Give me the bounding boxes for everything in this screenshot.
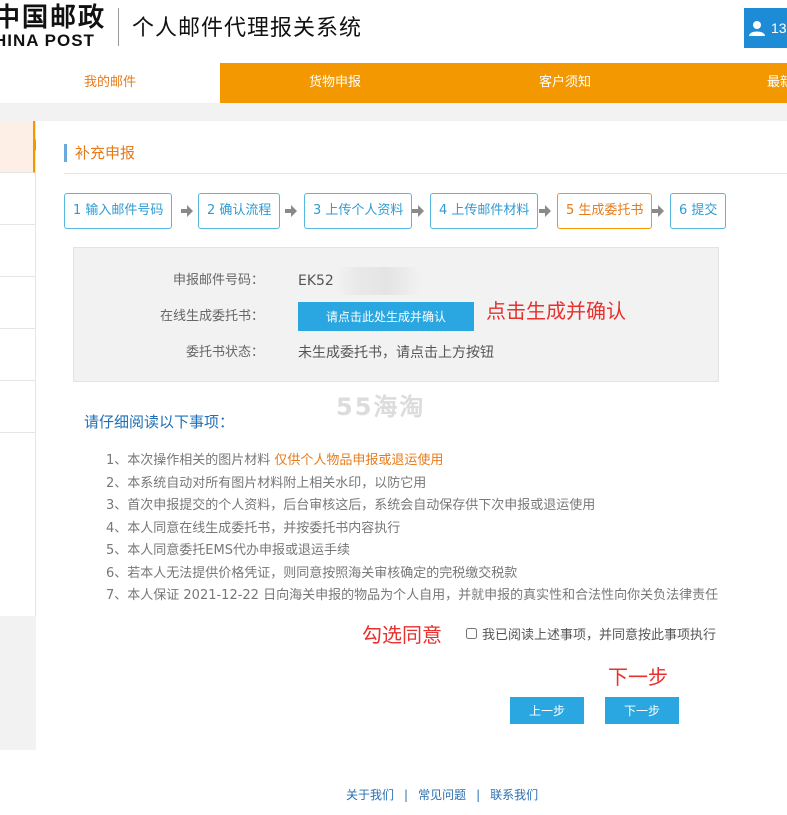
sidebar-item[interactable] bbox=[0, 277, 35, 329]
system-title: 个人邮件代理报关系统 bbox=[132, 16, 363, 41]
next-step-button[interactable]: 下一步 bbox=[605, 697, 679, 724]
notice-item: 6、若本人无法提供价格凭证，则同意按照海关审核确定的完税缴交税款 bbox=[106, 565, 518, 581]
step-1-enter-mail-number: 1 输入邮件号码 bbox=[64, 193, 173, 229]
notice-item: 7、本人保证 2021-12-22 日向海关申报的物品为个人自用，并就申报的真实… bbox=[106, 588, 719, 603]
notice-item: 2、本系统自动对所有图片材料附上相关水印，以防它用 bbox=[106, 475, 427, 491]
step-4-upload-mail-materials: 4 上传邮件材料 bbox=[430, 193, 539, 229]
section-divider bbox=[64, 173, 787, 174]
agree-terms[interactable]: 我已阅读上述事项，并同意按此事项执行 bbox=[466, 624, 717, 643]
notice-item: 3、首次申报提交的个人资料，后台审核这后，系统会自动保存供下次申报或退运使用 bbox=[106, 498, 596, 513]
sidebar-item[interactable] bbox=[0, 329, 35, 381]
nav-my-mail[interactable]: 我的邮件 bbox=[0, 63, 220, 103]
authorization-status-value: 未生成委托书，请点击上方按钮 bbox=[298, 345, 494, 361]
footer-separator: | bbox=[476, 788, 481, 802]
china-post-logo[interactable]: 中国邮政 HINA POST bbox=[0, 4, 106, 50]
online-authorization-row: 在线生成委托书： 请点击此处生成并确认 点击生成并确认 bbox=[74, 299, 720, 331]
footer-link-faq[interactable]: 常见问题 bbox=[418, 788, 466, 802]
notice-item: 5、本人同意委托EMS代办申报或退运手续 bbox=[106, 543, 350, 558]
step-5-generate-authorization: 5 生成委托书 bbox=[557, 193, 653, 229]
notice-highlight: 仅供个人物品申报或退运使用 bbox=[274, 453, 444, 468]
nav-customer-notice[interactable]: 客户须知 bbox=[450, 63, 680, 103]
user-account-button[interactable]: 13 bbox=[744, 8, 787, 48]
main-nav: 我的邮件 货物申报 客户须知 最新 bbox=[0, 63, 787, 103]
nav-latest[interactable]: 最新 bbox=[767, 63, 787, 103]
arrow-right-icon bbox=[285, 205, 297, 217]
notice-title: 请仔细阅读以下事项： bbox=[84, 413, 235, 431]
generate-authorization-button[interactable]: 请点击此处生成并确认 bbox=[298, 302, 474, 331]
section-title: 补充申报 bbox=[64, 144, 135, 162]
mail-number-label: 申报邮件号码： bbox=[172, 273, 264, 288]
step-3-upload-personal-info: 3 上传个人资料 bbox=[304, 193, 413, 229]
notice-item: 1、本次操作相关的图片材料 仅供个人物品申报或退运使用 bbox=[106, 453, 444, 468]
mail-number-value: EK52 bbox=[298, 273, 334, 289]
footer: 关于我们 | 常见问题 | 联系我们 bbox=[0, 750, 787, 815]
online-authorization-label: 在线生成委托书： bbox=[159, 309, 264, 324]
arrow-right-icon bbox=[539, 205, 551, 217]
footer-separator: | bbox=[404, 788, 409, 802]
annotation-click-generate: 点击生成并确认 bbox=[486, 299, 626, 323]
arrow-right-icon bbox=[412, 205, 424, 217]
sidebar-item[interactable] bbox=[0, 381, 35, 433]
sidebar-item[interactable] bbox=[0, 173, 35, 225]
step-6-submit: 6 提交 bbox=[670, 193, 727, 229]
annotation-next-step: 下一步 bbox=[608, 665, 668, 689]
user-icon bbox=[749, 21, 765, 36]
authorization-status-label: 委托书状态： bbox=[185, 345, 264, 360]
agree-checkbox[interactable] bbox=[466, 627, 477, 639]
main-panel: 补充申报 1 输入邮件号码 2 确认流程 3 上传个人资料 4 上传邮件材料 5… bbox=[36, 121, 787, 750]
footer-link-contact-us[interactable]: 联系我们 bbox=[490, 788, 538, 802]
nav-goods-declaration[interactable]: 货物申报 bbox=[220, 63, 450, 103]
mail-number-row: 申报邮件号码： EK52 bbox=[74, 267, 720, 295]
logo-divider bbox=[118, 8, 119, 46]
agree-label: 我已阅读上述事项，并同意按此事项执行 bbox=[482, 627, 717, 643]
arrow-right-icon bbox=[652, 205, 664, 217]
logo-chinese-text: 中国邮政 bbox=[0, 3, 107, 33]
notice-list: 1、本次操作相关的图片材料 仅供个人物品申报或退运使用 2、本系统自动对所有图片… bbox=[106, 450, 718, 608]
arrow-right-icon bbox=[181, 205, 193, 217]
declaration-info-box: 申报邮件号码： EK52 在线生成委托书： 请点击此处生成并确认 点击生成并确认… bbox=[73, 247, 719, 382]
logo-english-text: HINA POST bbox=[0, 31, 95, 50]
annotation-check-agree: 勾选同意 bbox=[362, 623, 442, 647]
footer-links: 关于我们 | 常见问题 | 联系我们 bbox=[346, 786, 538, 803]
step-2-confirm-process: 2 确认流程 bbox=[198, 193, 281, 229]
sidebar bbox=[0, 121, 41, 616]
sidebar-item-active[interactable] bbox=[0, 121, 41, 173]
header: 中国邮政 HINA POST 个人邮件代理报关系统 13 bbox=[0, 0, 787, 62]
notice-item: 4、本人同意在线生成委托书，并按委托书内容执行 bbox=[106, 520, 401, 536]
user-id-text: 13 bbox=[771, 20, 787, 36]
authorization-status-row: 委托书状态： 未生成委托书，请点击上方按钮 bbox=[74, 341, 720, 365]
previous-step-button[interactable]: 上一步 bbox=[510, 697, 584, 724]
footer-link-about-us[interactable]: 关于我们 bbox=[346, 788, 394, 802]
redaction-blur bbox=[336, 267, 421, 295]
site-watermark: 55海淘 bbox=[336, 393, 426, 421]
sidebar-item[interactable] bbox=[0, 225, 35, 277]
